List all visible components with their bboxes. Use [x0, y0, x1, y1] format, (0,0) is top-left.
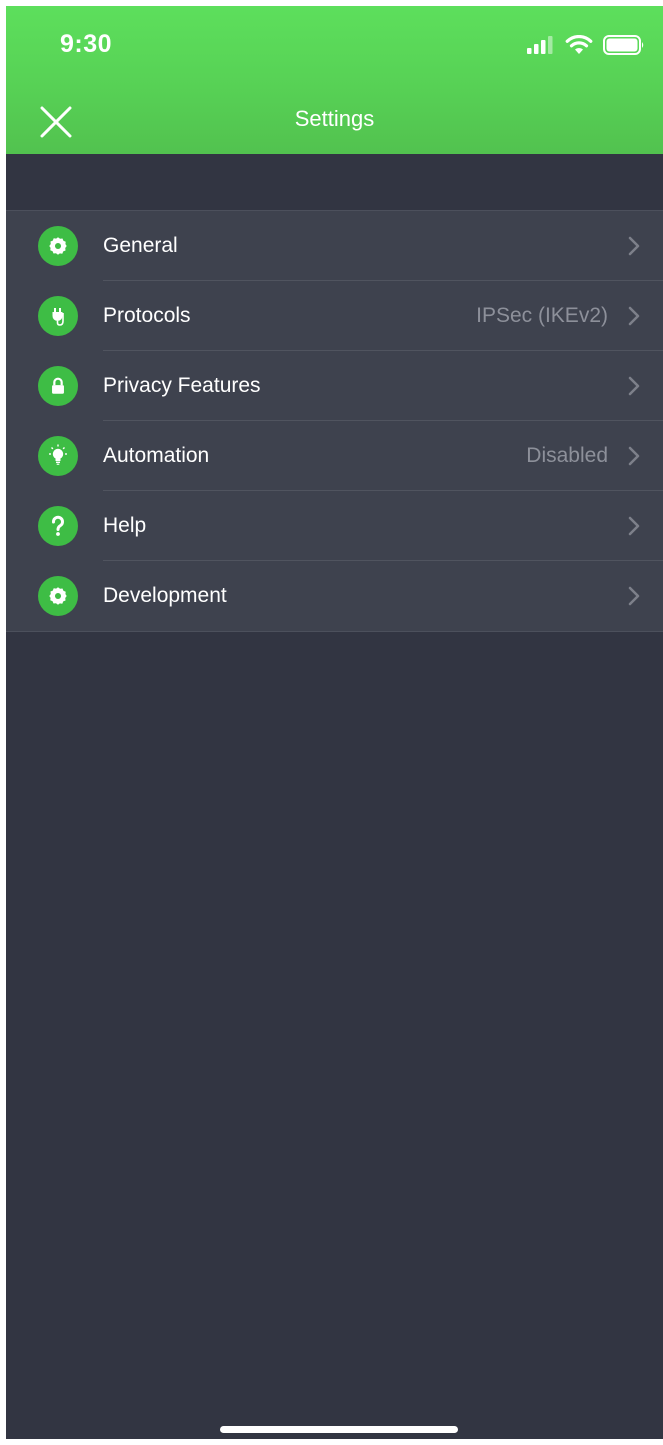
settings-row-label: Help [103, 514, 147, 537]
settings-row-label: Protocols [103, 304, 191, 327]
settings-row-automation[interactable]: Automation Disabled [6, 421, 663, 491]
chevron-right-icon [628, 306, 640, 326]
lightbulb-icon [38, 436, 78, 476]
settings-list: General Protocols IPSec (IKEv2) Privacy … [6, 210, 663, 632]
settings-row-label: Development [103, 584, 227, 607]
gear-icon [38, 226, 78, 266]
chevron-right-icon [628, 516, 640, 536]
status-time: 9:30 [60, 30, 113, 58]
lock-icon [38, 366, 78, 406]
wifi-icon [565, 35, 593, 54]
settings-row-label: General [103, 234, 178, 257]
cellular-signal-icon [527, 36, 553, 54]
gear-icon [38, 576, 78, 616]
chevron-right-icon [628, 446, 640, 466]
chevron-right-icon [628, 586, 640, 606]
settings-row-general[interactable]: General [6, 211, 663, 281]
question-icon [38, 506, 78, 546]
settings-row-help[interactable]: Help [6, 491, 663, 561]
settings-screen: 9:30 Settings General Protocols IPSec (I… [6, 6, 663, 1439]
settings-row-label: Privacy Features [103, 374, 261, 397]
chevron-right-icon [628, 236, 640, 256]
home-indicator[interactable] [220, 1426, 458, 1433]
header-bar: 9:30 Settings [6, 6, 663, 154]
settings-row-privacy-features[interactable]: Privacy Features [6, 351, 663, 421]
chevron-right-icon [628, 376, 640, 396]
settings-row-value: IPSec (IKEv2) [476, 304, 608, 327]
settings-row-protocols[interactable]: Protocols IPSec (IKEv2) [6, 281, 663, 351]
settings-row-label: Automation [103, 444, 210, 467]
page-title: Settings [294, 106, 375, 131]
status-icons [527, 34, 645, 56]
plug-icon [38, 296, 78, 336]
settings-row-development[interactable]: Development [6, 561, 663, 631]
battery-icon [603, 35, 644, 55]
settings-row-value: Disabled [526, 444, 608, 467]
